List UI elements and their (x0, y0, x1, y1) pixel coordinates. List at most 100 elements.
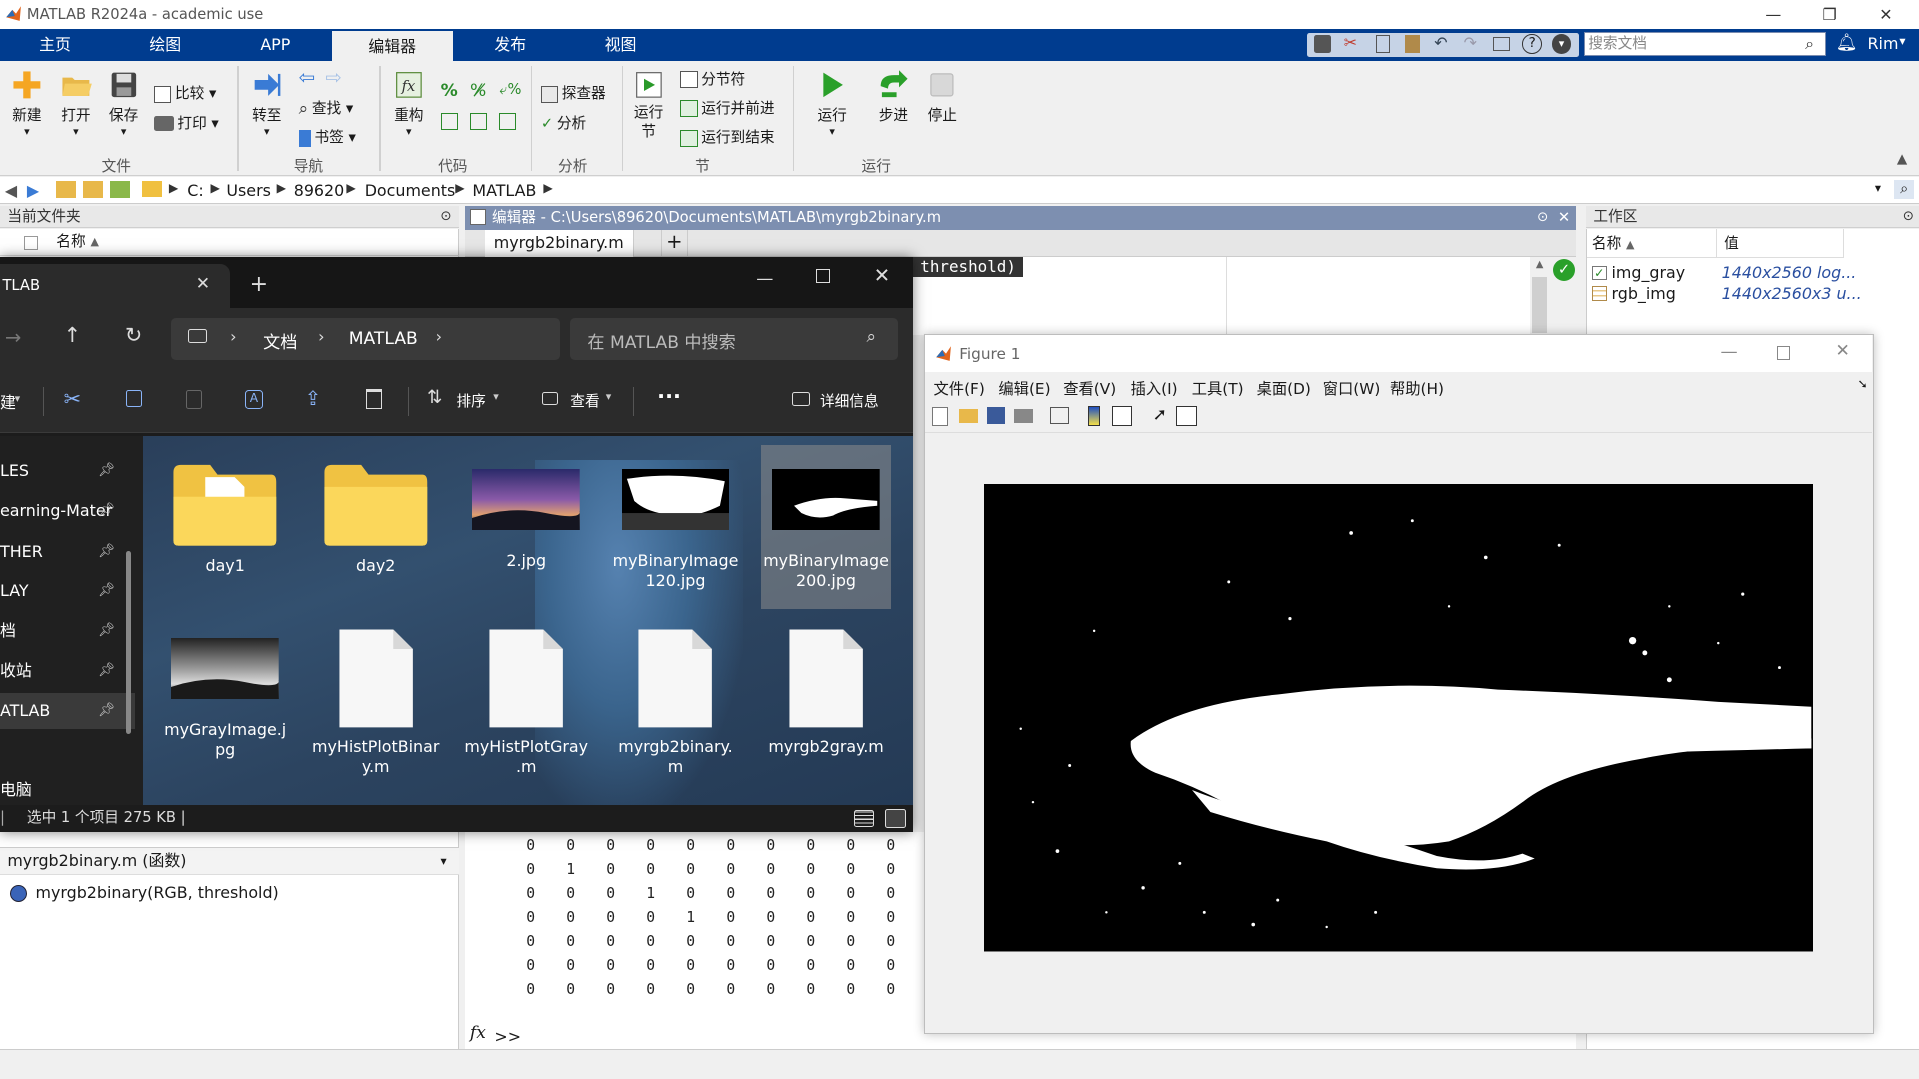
print-figure-icon[interactable] (1014, 408, 1033, 424)
details-header[interactable]: myrgb2binary.m (函数) ▾ (0, 847, 459, 875)
address-seg-drive[interactable]: C: (187, 181, 203, 200)
chevron-down-icon[interactable]: ▾ (441, 848, 447, 875)
minimize-icon[interactable]: — (1745, 0, 1801, 29)
menu-insert[interactable]: 插入(I) (1131, 377, 1178, 399)
explorer-address-bar[interactable]: › 文档 › MATLAB › (171, 318, 561, 360)
uncomment-percent-icon[interactable]: %̸ (470, 81, 486, 101)
refactor-button[interactable]: fx 转至 重构▾ (387, 69, 431, 138)
menu-help[interactable]: 帮助(H) (1390, 377, 1444, 399)
file-item[interactable]: myrgb2gray.m (761, 624, 891, 757)
legend-icon[interactable] (1112, 406, 1132, 426)
stop-button[interactable]: 停止 (920, 69, 964, 126)
sort-button[interactable]: 排序 (456, 390, 485, 411)
search-docs-input[interactable]: 搜索文档 (1583, 31, 1826, 57)
delete-icon[interactable] (365, 389, 382, 409)
analyze-button[interactable]: ✓ 分析 (541, 113, 586, 135)
run-advance-button[interactable]: 运行并前进 (680, 98, 775, 120)
up-arrow-icon[interactable]: ↑ (64, 323, 81, 347)
tab-home[interactable]: 主页 (17, 29, 93, 61)
workspace-var-row[interactable]: rgb_img 1440x2560x3 u... (1587, 284, 1919, 305)
sidebar-item[interactable]: earning-Mater 📌︎ (0, 493, 135, 530)
profiler-button[interactable]: 探查器 (540, 83, 606, 105)
print-button[interactable]: 打印 ▾ (154, 113, 219, 135)
menu-edit[interactable]: 编辑(E) (998, 377, 1050, 399)
refresh-icon[interactable]: ↻ (125, 323, 142, 347)
cut-icon[interactable]: ✂ (1344, 33, 1357, 52)
property-editor-icon[interactable] (1175, 406, 1197, 426)
paste-icon[interactable] (186, 390, 202, 409)
code-analyzer-ok-icon[interactable]: ✓ (1553, 259, 1576, 282)
save-figure-icon[interactable] (987, 407, 1005, 425)
workspace-col-value[interactable]: 值 (1716, 228, 1845, 259)
step-button[interactable]: 步进 (871, 69, 915, 126)
forward-arrow-icon[interactable]: ⇨ (326, 66, 342, 89)
pointer-icon[interactable]: ➚ (1153, 405, 1167, 425)
browse-folder-icon[interactable] (83, 181, 103, 199)
open-button[interactable]: 打开 ▾ (54, 69, 98, 138)
goto-button[interactable]: 转至 ▾ (245, 69, 289, 138)
new-item-button[interactable]: 建 (0, 390, 16, 413)
editor-file-tab[interactable]: myrgb2binary.m (484, 230, 634, 257)
dock-arrow-icon[interactable]: ➘ (1858, 377, 1868, 391)
tab-plots[interactable]: 绘图 (127, 29, 203, 61)
view-button[interactable]: 查看 (570, 390, 599, 411)
link-plot-icon[interactable] (1049, 407, 1070, 425)
minimize-icon[interactable]: — (756, 269, 773, 289)
menu-view[interactable]: 查看(V) (1063, 377, 1116, 399)
section-break-button[interactable]: 分节符 (680, 69, 745, 91)
back-arrow-icon[interactable]: ⇦ (299, 66, 315, 89)
large-icons-view-icon[interactable] (884, 808, 906, 829)
copy-icon[interactable] (126, 390, 142, 408)
column-header-name[interactable]: 名称 ▲ (0, 229, 459, 256)
user-account-menu[interactable]: Rim (1868, 34, 1899, 53)
figure-canvas[interactable] (924, 432, 1873, 1033)
file-item[interactable]: myBinaryImage 200.jpg (761, 455, 891, 592)
cut-icon[interactable]: ✂ (64, 387, 81, 411)
file-item[interactable]: myBinaryImage 120.jpg (611, 455, 741, 592)
explorer-tab[interactable]: TLAB ✕ (0, 264, 231, 309)
save-icon[interactable] (1314, 35, 1332, 53)
smart-indent-icon[interactable] (440, 112, 458, 130)
comment-percent-icon[interactable]: % (441, 81, 458, 101)
tab-publish[interactable]: 发布 (472, 29, 548, 61)
colorbar-icon[interactable] (1087, 406, 1100, 426)
close-icon[interactable]: ✕ (1858, 0, 1914, 29)
file-item[interactable]: day2 (311, 455, 441, 576)
editor-close-icon[interactable]: ✕ (1558, 206, 1570, 230)
nav-back-icon[interactable]: ◀ (5, 181, 17, 200)
paste-icon[interactable] (1404, 35, 1420, 53)
minimize-icon[interactable]: — (1720, 342, 1737, 362)
close-icon[interactable]: ✕ (1835, 341, 1849, 361)
workspace-menu-icon[interactable]: ⊙ (1903, 206, 1914, 228)
share-icon[interactable]: ⇪ (305, 387, 321, 410)
crumb-documents[interactable]: 文档 (263, 328, 297, 353)
address-search-icon[interactable]: ⌕ (1894, 179, 1915, 200)
rename-icon[interactable]: A (244, 390, 264, 409)
restore-icon[interactable]: ❐ (1801, 0, 1857, 29)
nav-forward-icon[interactable]: ▶ (27, 181, 39, 200)
editor-menu-icon[interactable]: ⊙ (1537, 206, 1548, 230)
new-button[interactable]: 新建 ▾ (5, 69, 49, 138)
compare-button[interactable]: 比较 ▾ (154, 83, 216, 105)
file-item[interactable]: myHistPlotBinar y.m (311, 624, 441, 778)
open-file-icon[interactable] (959, 408, 978, 424)
sidebar-item[interactable]: 档 📌︎ (0, 613, 135, 650)
dropdown-icon[interactable]: ▾ (1551, 34, 1572, 54)
refresh-folder-icon[interactable] (110, 181, 130, 199)
new-editor-tab-button[interactable]: + (660, 230, 688, 257)
new-tab-button[interactable]: + (250, 272, 268, 297)
address-seg-users[interactable]: Users (226, 181, 271, 200)
run-to-end-button[interactable]: 运行到结束 (680, 127, 775, 149)
save-button[interactable]: 保存 ▾ (102, 69, 146, 138)
file-item[interactable]: myGrayImage.j pg (160, 624, 290, 761)
bookmark-button[interactable]: 书签 ▾ (298, 127, 356, 149)
address-seg-documents[interactable]: Documents (365, 181, 456, 200)
menu-tools[interactable]: 工具(T) (1192, 377, 1244, 399)
sidebar-item[interactable]: LES 📌︎ (0, 453, 135, 490)
sidebar-item[interactable]: ATLAB 📌︎ (0, 692, 135, 730)
tab-view[interactable]: 视图 (583, 29, 659, 61)
new-figure-icon[interactable] (932, 407, 949, 426)
sidebar-item[interactable]: 收站 📌︎ (0, 653, 135, 690)
workspace-var-row[interactable]: ✓ img_gray 1440x2560 log... (1587, 263, 1919, 284)
sidebar-scrollbar[interactable] (126, 550, 131, 735)
